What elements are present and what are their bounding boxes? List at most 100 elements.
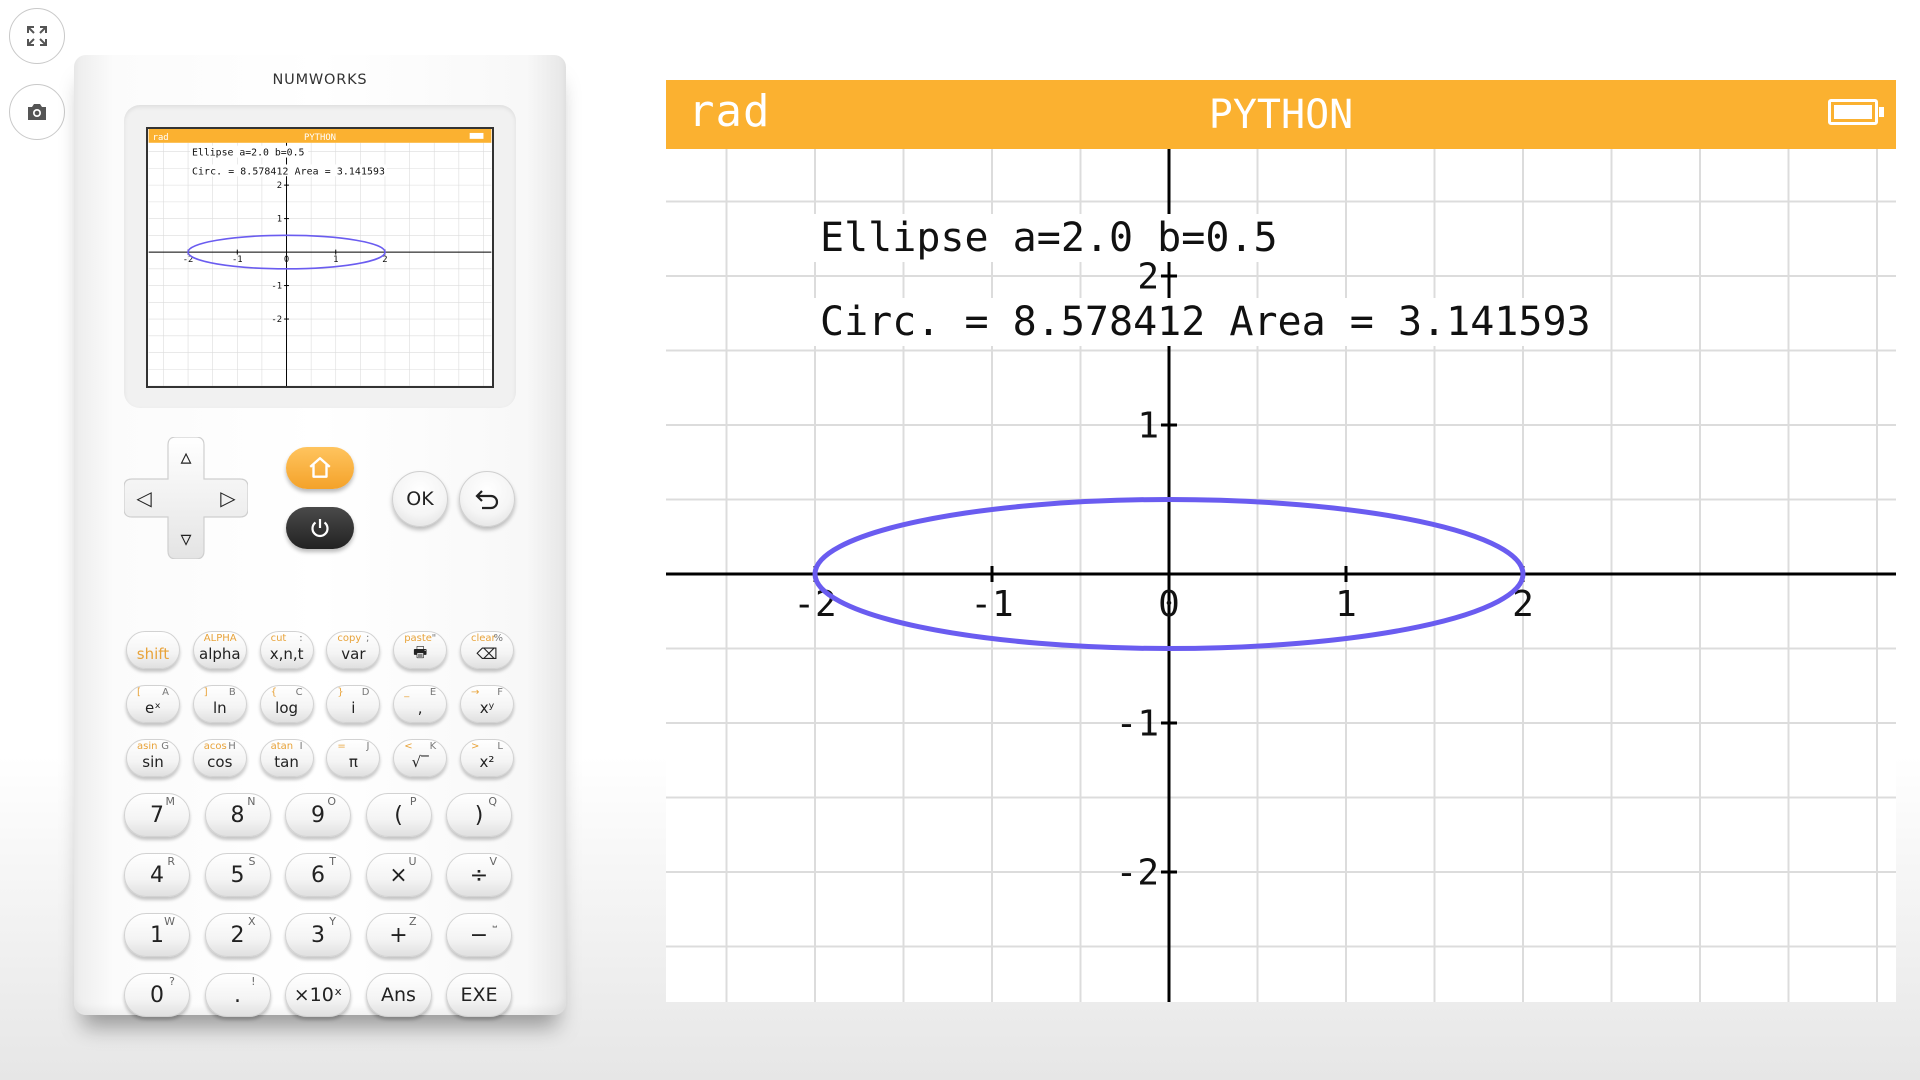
key-num-0-3[interactable]: (P — [365, 793, 432, 837]
key-1-4[interactable]: , _ E — [393, 685, 448, 723]
key-label: √‾ — [411, 753, 429, 771]
key-1-3[interactable]: i} D — [326, 685, 381, 723]
calculator-display: rad PYTHON -2 -1 0 1 2 2 1 -1 -2 Ellipse a=2.0 b… — [666, 80, 1896, 1002]
key-alpha-label: V — [489, 855, 497, 868]
home-button[interactable] — [286, 447, 354, 489]
power-button[interactable] — [286, 507, 354, 549]
key-num-3-1[interactable]: .! — [204, 973, 271, 1017]
key-num-2-3[interactable]: + Z — [365, 913, 432, 957]
power-icon — [311, 519, 329, 538]
key-label: 5 — [230, 862, 245, 888]
key-num-0-0[interactable]: 7M — [124, 793, 190, 837]
key-label: ( — [394, 802, 403, 828]
key-1-5[interactable]: xʸ → F — [460, 685, 514, 723]
key-alpha-label: M — [165, 795, 176, 808]
key-1-1[interactable]: ln] B — [192, 685, 247, 723]
key-label: tan — [274, 753, 299, 771]
key-alpha-label: L — [497, 741, 503, 752]
key-alpha-label: % — [493, 633, 503, 644]
key-num-0-2[interactable]: 9O — [285, 793, 351, 837]
key-label: ÷ — [469, 862, 489, 888]
key-label: × — [389, 862, 408, 888]
key-label: 3 — [311, 922, 325, 948]
key-num-2-0[interactable]: 1W — [124, 913, 190, 957]
x-tick-label: -1 — [970, 584, 1013, 625]
key-label: 8 — [230, 802, 245, 828]
key-alpha-label: R — [167, 855, 175, 868]
key-num-3-4[interactable]: EXE — [446, 973, 512, 1017]
fullscreen-button[interactable] — [9, 8, 65, 64]
key-num-1-3[interactable]: × U — [365, 853, 432, 897]
dpad-down[interactable]: ▿ — [168, 521, 204, 557]
key-2-5[interactable]: x² > L — [460, 739, 514, 777]
key-num-2-4[interactable]: − ⎵ — [446, 913, 512, 957]
key-label: 2 — [230, 922, 245, 948]
key-alpha-label: G — [161, 741, 169, 752]
key-num-1-2[interactable]: 6T — [285, 853, 351, 897]
battery-icon — [1828, 99, 1884, 125]
key-alpha-label: Z — [408, 915, 417, 928]
key-0-5[interactable]: ⌫ clear% — [460, 631, 514, 669]
mini-output-line-1: Ellipse a=2.0 b=0.5 — [192, 148, 305, 159]
key-label: shift — [136, 645, 170, 663]
key-num-0-1[interactable]: 8N — [204, 793, 271, 837]
output-line-2: Circ. = 8.578412 Area = 3.141593 — [814, 298, 1597, 346]
key-num-3-3[interactable]: Ans — [365, 973, 432, 1017]
key-2-3[interactable]: π = J — [326, 739, 381, 777]
key-num-2-2[interactable]: 3Y — [285, 913, 351, 957]
key-2-0[interactable]: sin asin G — [126, 739, 180, 777]
key-label: 0 — [150, 982, 164, 1008]
key-alpha-label: I — [299, 741, 303, 752]
key-label: eˣ — [145, 699, 161, 717]
key-second-label: clear — [471, 633, 496, 644]
key-2-4[interactable]: √‾ < K — [393, 739, 448, 777]
key-alpha-label: O — [327, 795, 336, 808]
key-label: ln — [212, 699, 227, 717]
key-num-1-4[interactable]: ÷ V — [446, 853, 512, 897]
key-2-1[interactable]: cos acos H — [192, 739, 247, 777]
key-alpha-label: S — [248, 855, 256, 868]
key-num-3-2[interactable]: ×10ˣ — [285, 973, 351, 1017]
key-1-0[interactable]: eˣ [A — [126, 685, 180, 723]
key-label: EXE — [460, 984, 498, 1006]
output-line-1: Ellipse a=2.0 b=0.5 — [814, 214, 1284, 262]
key-alpha-label: N — [247, 795, 256, 808]
key-alpha-label: X — [247, 915, 256, 928]
dpad-up[interactable]: ▵ — [168, 439, 204, 475]
key-label: 🖶 — [413, 642, 428, 661]
key-label: 6 — [311, 862, 325, 888]
key-label: log — [275, 699, 299, 717]
key-num-2-1[interactable]: 2X — [204, 913, 271, 957]
back-icon — [475, 490, 499, 510]
key-0-3[interactable]: var copy; — [326, 631, 381, 669]
dpad-left[interactable]: ◁ — [126, 480, 162, 516]
mini-angle-mode: rad — [153, 133, 169, 143]
dpad-right[interactable]: ▷ — [210, 480, 246, 516]
key-num-0-4[interactable]: ) Q — [446, 793, 512, 837]
key-2-2[interactable]: tan atan I — [259, 739, 314, 777]
key-1-2[interactable]: log{C — [259, 685, 314, 723]
mini-app-title: PYTHON — [304, 133, 336, 143]
key-alpha-label: : — [299, 633, 303, 644]
mini-battery-icon — [469, 132, 484, 139]
ok-button[interactable]: OK — [392, 471, 448, 527]
key-alpha-label: D — [361, 687, 370, 698]
dpad: ▵ ▿ ◁ ▷ — [124, 437, 248, 559]
key-label: var — [341, 645, 366, 663]
key-alpha-label: K — [429, 741, 437, 752]
key-0-4[interactable]: 🖶 paste " — [393, 631, 448, 669]
y-tick-label: 2 — [277, 181, 282, 191]
key-0-1[interactable]: alpha ALPHA — [192, 631, 247, 669]
x-tick-label: 0 — [1158, 584, 1180, 625]
y-tick-label: -1 — [1116, 704, 1159, 745]
key-alpha-label: B — [228, 687, 236, 698]
key-num-1-1[interactable]: 5S — [204, 853, 271, 897]
key-0-2[interactable]: x,n,t cut: — [259, 631, 314, 669]
back-button[interactable] — [459, 471, 515, 527]
y-tick-label: 1 — [277, 215, 282, 225]
key-num-3-0[interactable]: 0? — [124, 973, 190, 1017]
key-0-0[interactable]: shift — [126, 631, 180, 669]
screenshot-button[interactable] — [9, 84, 65, 140]
key-num-1-0[interactable]: 4R — [124, 853, 190, 897]
key-label: cos — [207, 753, 233, 771]
